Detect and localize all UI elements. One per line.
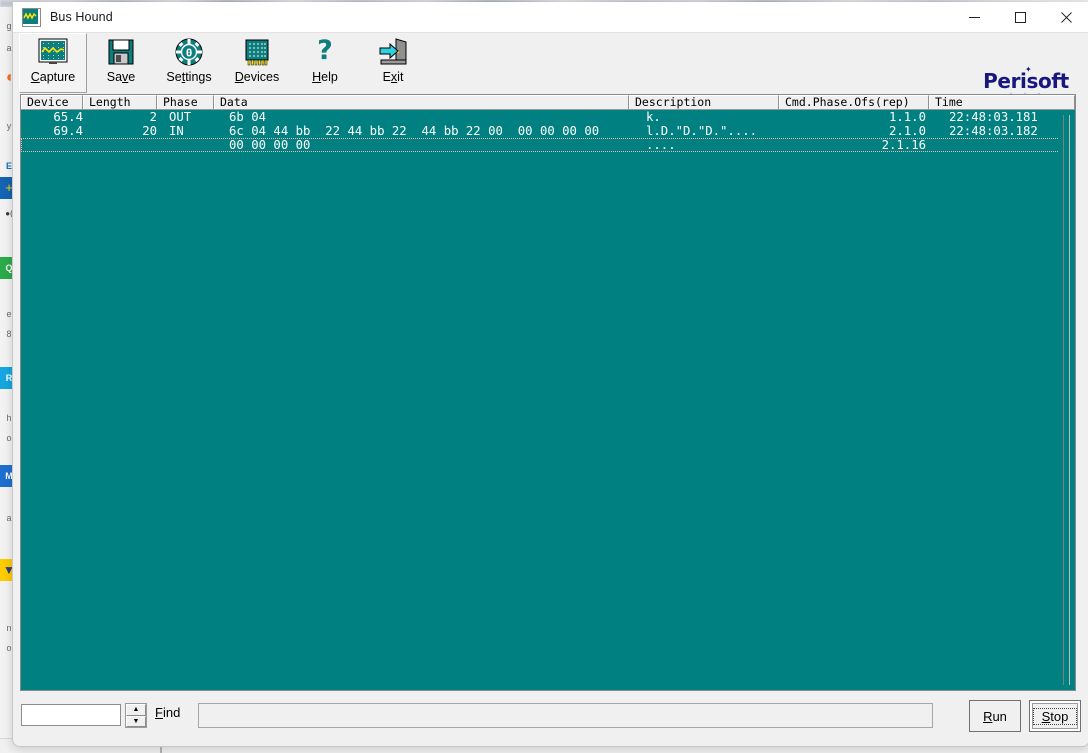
minimize-icon[interactable] (951, 2, 997, 32)
column-header-phase[interactable]: Phase (157, 95, 214, 109)
cell-length: 20 (142, 124, 157, 138)
run-button-label: Run (983, 708, 1007, 724)
floppy-disk-icon (104, 37, 138, 69)
toolbar-items: Capture Save 0 Settings Devices ? Help E… (19, 33, 427, 93)
toolbar-label-devices: Devices (234, 70, 280, 84)
column-header-device[interactable]: Device (21, 95, 83, 109)
toolbar: Capture Save 0 Settings Devices ? Help E… (13, 32, 1088, 101)
cell-data: 6b 04 (229, 110, 267, 124)
cell-cmd: 1.1.0 (888, 110, 926, 124)
find-input-field[interactable] (198, 703, 933, 728)
grid-rows: 65.4 2 OUT 6b 04 k. 1.1.0 22:48:03.181 6… (21, 110, 1060, 152)
svg-text:?: ? (317, 37, 333, 66)
bottom-bar: ▲ ▼ Find Run Stop (13, 692, 1088, 746)
table-row[interactable]: 65.4 2 OUT 6b 04 k. 1.1.0 22:48:03.181 (21, 110, 1060, 124)
toolbar-button-capture[interactable]: Capture (19, 33, 87, 93)
column-header-description[interactable]: Description (629, 95, 779, 109)
column-header-cmd-phase-ofs[interactable]: Cmd.Phase.Ofs(rep) (779, 95, 929, 109)
toolbar-label-save: Save (106, 70, 136, 84)
exit-door-icon (376, 37, 410, 69)
cell-cmd: 2.1.16 (881, 138, 926, 152)
grid-header: Device Length Phase Data Description Cmd… (21, 95, 1075, 110)
gear-chip-icon: 0 (172, 37, 206, 69)
cell-phase: OUT (169, 110, 192, 124)
svg-text:0: 0 (186, 47, 193, 60)
logo-wordmark: Perisoft (983, 69, 1069, 93)
logo-top-star: ✦ (1025, 65, 1032, 74)
cell-time: 22:48:03.181 (949, 110, 1038, 124)
column-header-data[interactable]: Data (214, 95, 629, 109)
stop-button[interactable]: Stop (1029, 700, 1081, 732)
title-bar: Bus Hound (13, 2, 1088, 32)
window-controls (951, 2, 1088, 32)
stepper-down-icon[interactable]: ▼ (126, 715, 146, 727)
bus-hound-window: Bus Hound Capture Save 0 Settings Device… (12, 2, 1088, 747)
toolbar-label-help: Help (312, 70, 338, 84)
toolbar-button-exit[interactable]: Exit (359, 33, 427, 93)
toolbar-button-devices[interactable]: Devices (223, 33, 291, 93)
find-count-box[interactable] (21, 704, 121, 726)
toolbar-button-save[interactable]: Save (87, 33, 155, 93)
stepper-up-icon[interactable]: ▲ (126, 704, 146, 716)
waveform-icon (22, 7, 41, 27)
toolbar-button-help[interactable]: ? Help (291, 33, 359, 93)
toolbar-label-exit: Exit (382, 70, 404, 84)
cell-device: 69.4 (53, 124, 83, 138)
close-icon[interactable] (1043, 2, 1088, 32)
stop-button-label: Stop (1032, 707, 1078, 725)
toolbar-label-settings: Settings (166, 70, 212, 84)
find-count-stepper[interactable]: ▲ ▼ (125, 703, 147, 728)
cell-description: .... (646, 138, 676, 152)
scrollbar-thumb[interactable] (1061, 113, 1070, 679)
cell-data: 6c 04 44 bb 22 44 bb 22 44 bb 22 00 00 0… (229, 124, 600, 138)
toolbar-label-capture: Capture (30, 70, 76, 84)
run-button[interactable]: Run (969, 700, 1021, 732)
table-row[interactable]: 00 00 00 00 .... 2.1.16 (21, 138, 1060, 152)
column-header-time[interactable]: Time (929, 95, 1075, 109)
column-header-length[interactable]: Length (83, 95, 157, 109)
oscilloscope-icon (36, 37, 70, 69)
grid-vertical-scrollbar[interactable] (1059, 111, 1074, 689)
cell-length: 2 (149, 110, 157, 124)
cell-cmd: 2.1.0 (888, 124, 926, 138)
toolbar-button-settings[interactable]: 0 Settings (155, 33, 223, 93)
cell-device: 65.4 (53, 110, 83, 124)
find-label: Find (155, 705, 181, 720)
cell-description: l.D."D."D.".... (646, 124, 758, 138)
maximize-icon[interactable] (997, 2, 1043, 32)
cell-time: 22:48:03.182 (949, 124, 1038, 138)
cell-data: 00 00 00 00 (229, 138, 311, 152)
cell-phase: IN (169, 124, 184, 138)
chip-icon (240, 37, 274, 69)
find-count-input[interactable] (22, 705, 120, 725)
window-title: Bus Hound (50, 10, 113, 24)
cell-description: k. (646, 110, 661, 124)
table-row[interactable]: 69.4 20 IN 6c 04 44 bb 22 44 bb 22 44 bb… (21, 124, 1060, 138)
question-mark-icon: ? (308, 35, 342, 69)
capture-grid: Device Length Phase Data Description Cmd… (20, 94, 1076, 691)
